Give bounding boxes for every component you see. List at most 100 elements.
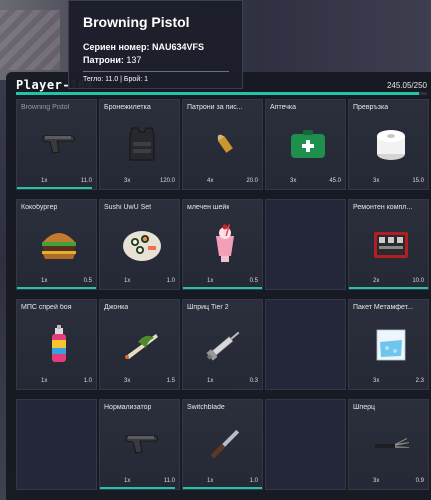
slot-label: Кокобургер [21, 204, 58, 211]
slot-label: Switchblade [187, 404, 225, 411]
slot-label: Пакет Метамфет... [353, 304, 413, 311]
slot-count: 3x [124, 178, 131, 184]
slot-weight: 0.3 [249, 378, 258, 384]
background-stripe [0, 10, 60, 70]
slot-count: 1x [124, 478, 131, 484]
slot-weight: 1.5 [166, 378, 175, 384]
inventory-slot-empty[interactable] [265, 399, 346, 490]
tooltip-ammo-label: Патрони: [83, 55, 124, 65]
weight-readout: 245.05/250 [386, 81, 427, 90]
slot-label: Патрони за пис... [187, 104, 243, 111]
repair-kit-icon [369, 222, 413, 266]
slot-durability-bar [17, 187, 93, 189]
slot-label: Шприц Tier 2 [187, 304, 229, 311]
inventory-slot-empty[interactable] [16, 399, 97, 490]
milkshake-icon [203, 222, 247, 266]
inventory-slot[interactable]: Browning Pistol 1x 11.0 [16, 99, 97, 190]
inventory-slot[interactable]: МПС спрей боя 1x 1.0 [16, 299, 97, 390]
first-aid-kit-icon [286, 122, 330, 166]
tooltip-divider [83, 71, 229, 72]
lockpick-icon [369, 422, 413, 466]
slot-label: Бронежилетка [104, 104, 151, 111]
slot-label: Шперц [353, 404, 376, 411]
pistol-icon [37, 122, 81, 166]
body-armor-icon [120, 122, 164, 166]
inventory-slot[interactable]: Switchblade 1x 1.0 [182, 399, 263, 490]
item-tooltip: Browning Pistol Сериен номер: NAU634VFS … [68, 0, 243, 89]
slot-weight: 20.0 [246, 178, 258, 184]
slot-weight: 1.0 [166, 278, 175, 284]
slot-weight: 1.0 [249, 478, 258, 484]
slot-weight: 0.9 [415, 478, 424, 484]
inventory-slot[interactable]: Нормализатор 1x 11.0 [99, 399, 180, 490]
slot-count: 4x [207, 178, 214, 184]
slot-weight: 2.3 [415, 378, 424, 384]
sushi-icon [120, 222, 164, 266]
slot-label: млечен шейк [187, 204, 230, 211]
weight-bar [16, 92, 427, 95]
slot-durability-bar [349, 287, 428, 289]
slot-label: Sushi UwU Set [104, 204, 152, 211]
burger-icon [37, 222, 81, 266]
inventory-slot[interactable]: Превръзка 3x 15.0 [348, 99, 429, 190]
inventory-slot-empty[interactable] [265, 299, 346, 390]
inventory-slot[interactable]: Бронежилетка 3x 120.0 [99, 99, 180, 190]
slot-count: 2x [373, 278, 380, 284]
slot-label: Browning Pistol [21, 104, 70, 111]
slot-count: 3x [373, 478, 380, 484]
inventory-slot[interactable]: млечен шейк 1x 0.5 [182, 199, 263, 290]
weight-bar-fill [16, 92, 419, 95]
slot-label: Аптечка [270, 104, 297, 111]
slot-weight: 0.5 [83, 278, 92, 284]
slot-durability-bar [183, 287, 262, 289]
slot-count: 3x [290, 178, 297, 184]
slot-durability-bar [17, 287, 96, 289]
inventory-slot[interactable]: Патрони за пис... 4x 20.0 [182, 99, 263, 190]
slot-weight: 11.0 [80, 178, 92, 184]
inventory-slot[interactable]: Ремонтен компл... 2x 10.0 [348, 199, 429, 290]
slot-count: 3x [373, 178, 380, 184]
inventory-slot[interactable]: Аптечка 3x 45.0 [265, 99, 346, 190]
inventory-slot[interactable]: Пакет Метамфет... 3x 2.3 [348, 299, 429, 390]
bandage-icon [369, 122, 413, 166]
inventory-panel: Player-164 245.05/250 Browning Pistol 1x 1… [6, 72, 431, 500]
slot-weight: 15.0 [412, 178, 424, 184]
slot-label: Превръзка [353, 104, 389, 111]
slot-count: 1x [41, 178, 48, 184]
slot-durability-bar [183, 487, 262, 489]
slot-label: Джонка [104, 304, 129, 311]
tooltip-ammo: Патрони: 137 [83, 55, 141, 65]
spray-can-icon [37, 322, 81, 366]
slot-weight: 11.0 [163, 478, 175, 484]
tooltip-title: Browning Pistol [83, 14, 190, 30]
knife-icon [203, 422, 247, 466]
inventory-slot[interactable]: Кокобургер 1x 0.5 [16, 199, 97, 290]
slot-count: 1x [207, 478, 214, 484]
pistol-icon [120, 422, 164, 466]
tooltip-details: Тегло: 11.0 | Брой: 1 [83, 76, 149, 83]
syringe-icon [203, 322, 247, 366]
slot-weight: 1.0 [83, 378, 92, 384]
bullet-icon [203, 122, 247, 166]
slot-weight: 120.0 [159, 178, 175, 184]
inventory-slot[interactable]: Шперц 3x 0.9 [348, 399, 429, 490]
slot-count: 3x [373, 378, 380, 384]
slot-durability-bar [100, 487, 176, 489]
tooltip-serial-label: Сериен номер: [83, 42, 150, 52]
slot-label: Нормализатор [104, 404, 152, 411]
inventory-slot[interactable]: Sushi UwU Set 1x 1.0 [99, 199, 180, 290]
inventory-slot-empty[interactable] [265, 199, 346, 290]
inventory-slot[interactable]: Шприц Tier 2 1x 0.3 [182, 299, 263, 390]
slot-count: 3x [124, 378, 131, 384]
slot-label: Ремонтен компл... [353, 204, 413, 211]
slot-count: 1x [207, 278, 214, 284]
meth-bag-icon [369, 322, 413, 366]
slot-count: 1x [207, 378, 214, 384]
slot-weight: 45.0 [329, 178, 341, 184]
slot-count: 1x [41, 378, 48, 384]
slot-weight: 10.0 [412, 278, 424, 284]
tooltip-ammo-value: 137 [126, 55, 142, 65]
tooltip-serial-value: NAU634VFS [151, 42, 204, 52]
inventory-slot[interactable]: Джонка 3x 1.5 [99, 299, 180, 390]
slot-count: 1x [41, 278, 48, 284]
